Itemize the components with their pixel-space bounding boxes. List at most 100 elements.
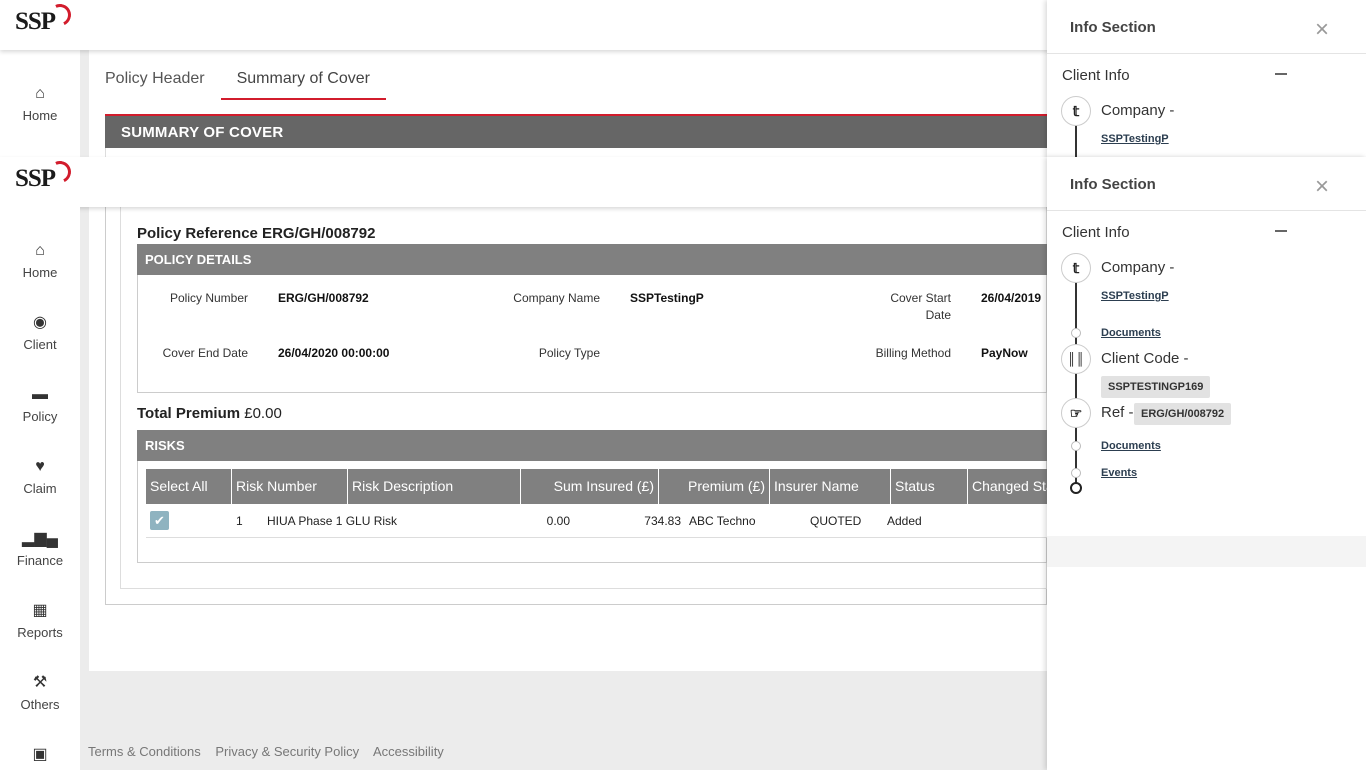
terms-link[interactable]: Terms & Conditions <box>88 744 201 759</box>
panel-header: Info Section × <box>1047 0 1366 54</box>
briefcase-icon: ▣ <box>32 746 48 763</box>
close-icon[interactable]: × <box>1315 175 1329 199</box>
summary-of-cover-bar: SUMMARY OF COVER <box>105 114 1049 148</box>
insurer-name-header[interactable]: Insurer Name <box>770 469 891 504</box>
billing-method-label: Billing Method <box>875 346 951 360</box>
ssp-logo[interactable]: SSP <box>15 0 75 36</box>
sidebar-item-label: Client <box>23 337 57 352</box>
cover-end-value: 26/04/2020 00:00:00 <box>278 346 390 360</box>
timeline-end <box>1070 482 1082 494</box>
table-row[interactable]: ✔ 1 HIUA Phase 1 GLU Risk 0.00 734.83 AB… <box>146 504 1047 538</box>
insurer-name-cell: ABC Techno <box>689 514 756 528</box>
footer: Terms & Conditions Privacy & Security Po… <box>80 732 1047 770</box>
twitter-icon: 𝕥 <box>1061 253 1091 283</box>
company-label: Company - <box>1101 259 1175 276</box>
status-header[interactable]: Status <box>891 469 968 504</box>
total-premium-label: Total Premium <box>137 405 241 422</box>
close-icon[interactable]: × <box>1315 18 1329 42</box>
sidebar-item-home-back[interactable]: ⌂ Home <box>0 85 80 124</box>
sidebar-item-finance[interactable]: ▂▆▄ Finance <box>0 530 80 569</box>
collapse-icon[interactable] <box>1275 230 1287 232</box>
hand-pointer-icon: ☞ <box>1061 398 1091 428</box>
select-all-header[interactable]: Select All <box>146 469 232 504</box>
changed-status-header[interactable]: Changed Status <box>968 469 1047 504</box>
risk-number-header[interactable]: Risk Number <box>232 469 348 504</box>
policy-reference: Policy Reference ERG/GH/008792 <box>137 225 376 242</box>
panel-title: Info Section <box>1070 19 1156 36</box>
risk-description-cell: HIUA Phase 1 GLU Risk <box>267 514 398 528</box>
sidebar-item-label: Finance <box>16 553 64 568</box>
risk-description-header[interactable]: Risk Description <box>348 469 521 504</box>
heart-icon: ♥ <box>35 458 45 475</box>
status-cell: QUOTED <box>810 514 862 528</box>
timeline-dot <box>1071 441 1081 451</box>
ssp-logo[interactable]: SSP <box>15 157 75 193</box>
sidebar-item-label: Others <box>20 697 60 712</box>
barcode-icon: ║║ <box>1061 344 1091 374</box>
sidebar-item-reports[interactable]: ▦ Reports <box>0 602 80 641</box>
company-name-value: SSPTestingP <box>630 291 704 305</box>
twitter-icon: 𝕥 <box>1061 96 1091 126</box>
premium-header[interactable]: Premium (£) <box>659 469 770 504</box>
panel-divider <box>1047 536 1366 567</box>
tab-summary-of-cover[interactable]: Summary of Cover <box>220 62 386 100</box>
premium-cell: 734.83 <box>644 514 681 528</box>
company-link[interactable]: SSPTestingP <box>1101 290 1169 302</box>
collapse-icon[interactable] <box>1275 73 1287 75</box>
tab-bar: Policy Header Summary of Cover <box>89 62 386 100</box>
grid-icon: ▦ <box>32 602 48 619</box>
table-header: Select All Risk Number Risk Description … <box>146 469 1047 504</box>
policy-number-label: Policy Number <box>169 291 248 305</box>
credit-card-icon: ▬ <box>32 386 48 403</box>
sidebar-item-client[interactable]: ◉ Client <box>0 315 80 353</box>
bar-chart-icon: ▂▆▄ <box>22 530 58 547</box>
client-code-label: Client Code - <box>1101 350 1189 367</box>
sidebar-item-home[interactable]: ⌂ Home <box>0 242 80 281</box>
back-sidebar: ⌂ Home <box>0 50 80 160</box>
billing-method-value: PayNow <box>981 346 1028 360</box>
sidebar: ⌂ Home ◉ Client ▬ Policy ♥ Claim ▂▆▄ Fin… <box>0 207 80 770</box>
sidebar-item-others[interactable]: ⚒ Others <box>0 674 80 713</box>
back-main: Policy Header Summary of Cover SUMMARY O… <box>89 50 1049 160</box>
privacy-link[interactable]: Privacy & Security Policy <box>215 744 359 759</box>
sidebar-item-label: Home <box>22 265 58 280</box>
risk-number-cell: 1 <box>236 514 243 528</box>
home-icon: ⌂ <box>35 242 45 259</box>
accessibility-link[interactable]: Accessibility <box>373 744 444 759</box>
sidebar-item-label: Reports <box>17 625 63 640</box>
panel-header: Info Section × <box>1047 157 1366 211</box>
policy-details-bar: POLICY DETAILS <box>137 244 1047 275</box>
ref-label: Ref - <box>1101 404 1134 421</box>
client-info-label: Client Info <box>1062 224 1130 241</box>
panel-title: Info Section <box>1070 176 1156 193</box>
total-premium: Total Premium £0.00 <box>137 405 282 422</box>
sidebar-item-claim[interactable]: ♥ Claim <box>0 458 80 497</box>
company-label: Company - <box>1101 102 1175 119</box>
risks-table: Select All Risk Number Risk Description … <box>146 469 1047 538</box>
total-premium-value: £0.00 <box>244 405 282 422</box>
timeline-dot <box>1071 328 1081 338</box>
sidebar-item-label: Claim <box>23 481 57 496</box>
back-info-panel: Info Section × Client Info 𝕥 Company - S… <box>1047 0 1366 158</box>
changed-status-cell: Added <box>887 514 922 528</box>
company-link[interactable]: SSPTestingP <box>1101 133 1169 145</box>
home-icon: ⌂ <box>35 85 45 102</box>
events-link[interactable]: Events <box>1101 467 1137 479</box>
cover-start-value: 26/04/2019 <box>981 291 1042 305</box>
cover-start-label: Cover Start <box>890 291 951 305</box>
sidebar-item-label: Policy <box>22 409 58 424</box>
risks-bar: RISKS <box>137 430 1047 461</box>
sidebar-item-policy[interactable]: ▬ Policy <box>0 386 80 425</box>
sidebar-item-label: Home <box>22 108 58 123</box>
sum-insured-header[interactable]: Sum Insured (£) <box>521 469 659 504</box>
documents-link-2[interactable]: Documents <box>1101 440 1161 452</box>
policy-type-label: Policy Type <box>538 346 600 360</box>
tab-policy-header[interactable]: Policy Header <box>89 62 221 100</box>
policy-number-value: ERG/GH/008792 <box>278 291 369 305</box>
timeline-dot <box>1071 468 1081 478</box>
client-code-badge: SSPTESTINGP169 <box>1101 376 1211 398</box>
sidebar-item-briefcase[interactable]: ▣ <box>0 747 80 769</box>
documents-link[interactable]: Documents <box>1101 327 1161 339</box>
timeline-line <box>1075 275 1077 489</box>
gavel-icon: ⚒ <box>32 674 48 691</box>
